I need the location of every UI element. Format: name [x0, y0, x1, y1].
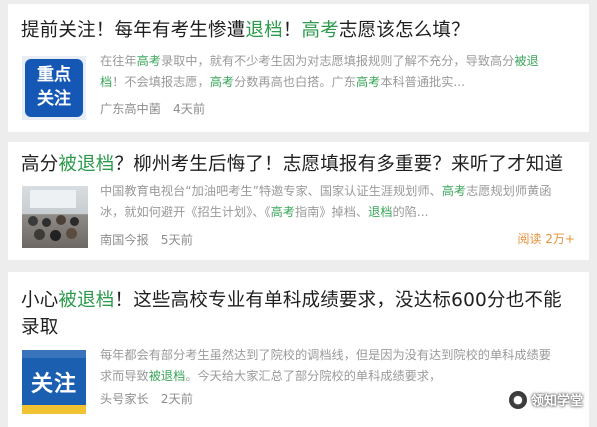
text-run: 在往年 — [100, 54, 137, 68]
account-watermark: ● 领知学堂 — [508, 390, 583, 409]
wechat-account-icon: ● — [508, 390, 527, 409]
article-meta: 南国今报 5天前 — [100, 230, 193, 248]
article-source: 头号家长 — [100, 392, 149, 406]
article-time: 5天前 — [160, 233, 193, 247]
text-run: ！ — [282, 20, 302, 41]
article-meta: 广东高中菌 4天前 — [100, 99, 205, 117]
text-run: 指南》掉档、 — [295, 205, 369, 219]
article-card[interactable]: 高分被退档？柳州考生后悔了！志愿填报有多重要？来听了才知道 中国教育电视台“加油… — [8, 142, 589, 260]
highlighted-keyword: 高考 — [136, 54, 161, 68]
article-snippet: 在往年高考录取中，就有不少考生因为对志愿填报规则了解不充分，导致高分被退档！不会… — [100, 51, 563, 93]
article-snippet: 每年都会有部分考生虽然达到了院校的调档线，但是因为没有达到院校的单科成绩要求而导… — [100, 345, 563, 387]
article-source: 广东高中菌 — [100, 102, 161, 116]
text-run: 的陷... — [392, 205, 429, 219]
person-head-shape — [42, 218, 51, 227]
focus-banner-image: 关注 — [22, 350, 86, 414]
highlighted-keyword: 退档 — [245, 20, 283, 41]
text-run: 志愿该怎么填？ — [338, 20, 470, 41]
text-run: 小心 — [21, 290, 59, 311]
highlighted-keyword: 高考 — [270, 205, 295, 219]
article-title[interactable]: 提前关注！每年有考生惨遭退档！高考志愿该怎么填？ — [21, 17, 579, 44]
article-time: 4天前 — [172, 102, 206, 116]
highlighted-keyword: 高考 — [441, 184, 467, 198]
person-head-shape — [56, 215, 66, 225]
article-title[interactable]: 高分被退档？柳州考生后悔了！志愿填报有多重要？来听了才知道 — [21, 151, 579, 178]
person-head-shape — [28, 216, 38, 226]
read-count: 阅读 2万+ — [517, 232, 575, 246]
article-meta: 头号家长 2天前 — [100, 389, 193, 407]
badge-line-1: 重点 — [37, 65, 71, 85]
text-run: 本科普通批实... — [380, 75, 466, 89]
person-head-shape — [70, 217, 79, 226]
highlighted-keyword: 被退档 — [58, 290, 115, 311]
text-run: ？柳州考生后悔了！志愿填报有多重要？来听了才知道 — [114, 154, 564, 175]
focus-badge-image: 重点 关注 — [22, 56, 86, 120]
badge-line-2: 关注 — [37, 89, 71, 109]
article-card[interactable]: 小心被退档！这些高校专业有单科成绩要求，没达标600分也不能录取 关注 每年都会… — [8, 272, 589, 427]
text-run: 高分 — [21, 154, 59, 175]
highlighted-keyword: 高考 — [301, 20, 339, 41]
article-thumbnail[interactable]: 关注 — [22, 350, 86, 414]
article-title[interactable]: 小心被退档！这些高校专业有单科成绩要求，没达标600分也不能录取 — [21, 287, 579, 341]
banner-text: 关注 — [30, 372, 77, 397]
person-head-shape — [66, 228, 77, 239]
article-card[interactable]: 提前关注！每年有考生惨遭退档！高考志愿该怎么填？ 重点 关注 在往年高考录取中，… — [8, 4, 589, 132]
highlighted-keyword: 被退档 — [58, 154, 115, 175]
text-run: ！不会填报志愿， — [112, 75, 210, 89]
highlighted-keyword: 被退档 — [148, 369, 186, 383]
text-run: 。今天给大家汇总了部分院校的单科成绩要求， — [185, 369, 442, 383]
classroom-photo — [22, 186, 88, 248]
banner-top-strip — [22, 350, 86, 358]
highlighted-keyword: 高考 — [209, 75, 235, 89]
text-run: 提前关注！每年有考生惨遭 — [21, 20, 246, 41]
projector-screen-shape — [30, 190, 76, 208]
text-run: 中国教育电视台“加油吧考生”特邀专家、国家认证生涯规划师、 — [100, 184, 442, 198]
article-thumbnail[interactable] — [22, 186, 88, 248]
article-snippet: 中国教育电视台“加油吧考生”特邀专家、国家认证生涯规划师、高考志愿规划师黄函冰，… — [100, 181, 563, 223]
text-run: 录取中，就有不少考生因为对志愿填报规则了解不充分，导致高分 — [160, 54, 515, 68]
watermark-text: 领知学堂 — [530, 394, 583, 409]
text-run: 分数再高也白搭。广东 — [234, 75, 356, 89]
person-head-shape — [50, 230, 61, 241]
highlighted-keyword: 退档 — [368, 205, 393, 219]
highlighted-keyword: 高考 — [355, 75, 381, 89]
article-source: 南国今报 — [100, 233, 149, 247]
person-head-shape — [34, 229, 45, 240]
article-time: 2天前 — [160, 392, 193, 406]
article-thumbnail[interactable]: 重点 关注 — [22, 56, 86, 120]
banner-yellow-stripe — [22, 405, 86, 414]
